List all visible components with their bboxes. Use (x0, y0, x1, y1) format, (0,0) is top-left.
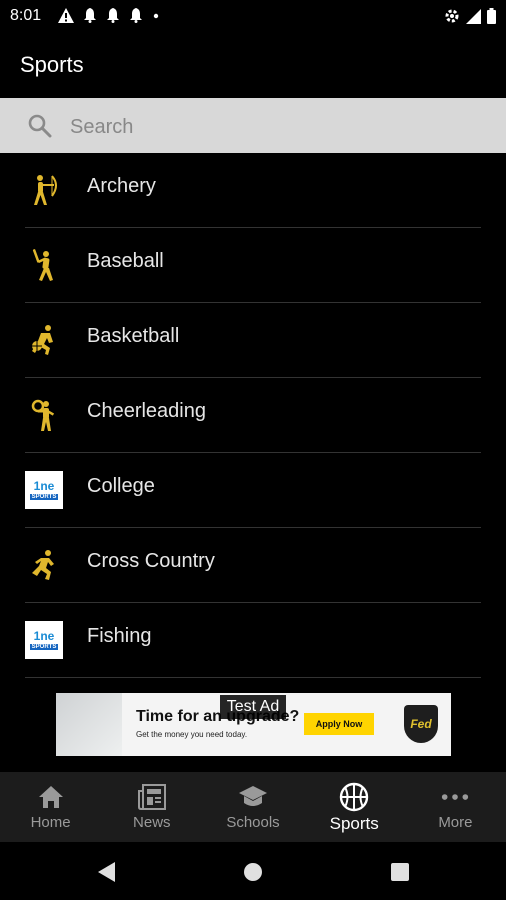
baseball-icon (25, 246, 63, 284)
sport-label: Archery (87, 175, 156, 197)
more-icon (440, 782, 470, 812)
search-icon (28, 114, 52, 138)
nav-sports[interactable]: Sports (304, 772, 405, 842)
cheerleading-icon (25, 396, 63, 434)
nav-label: More (438, 814, 473, 831)
settings-icon (445, 9, 459, 23)
search-input[interactable] (68, 109, 492, 145)
ad-subtext: Get the money you need today. (136, 730, 248, 739)
search-bar[interactable] (0, 98, 506, 153)
ad-logo: Fed (404, 705, 438, 743)
recents-icon[interactable] (388, 860, 412, 884)
status-bar: 8:01 (0, 0, 506, 32)
nav-home[interactable]: Home (0, 772, 101, 842)
list-item-college[interactable]: 1ne SPORTS College (0, 453, 506, 528)
nav-news[interactable]: News (101, 772, 202, 842)
battery-icon (487, 8, 496, 24)
sport-label: Cross Country (87, 550, 215, 572)
sports-list: Archery Baseball Basketball Cheerleading… (0, 153, 506, 678)
warning-icon (58, 8, 74, 23)
list-item-archery[interactable]: Archery (0, 153, 506, 228)
bell-icon (84, 8, 96, 23)
system-icons (444, 8, 496, 24)
sport-label: Cheerleading (87, 400, 206, 422)
back-icon[interactable] (95, 860, 119, 884)
list-item-basketball[interactable]: Basketball (0, 303, 506, 378)
nav-label: News (133, 814, 171, 831)
home-icon (36, 782, 66, 812)
list-divider (25, 677, 481, 678)
list-item-cheerleading[interactable]: Cheerleading (0, 378, 506, 453)
list-item-cross-country[interactable]: Cross Country (0, 528, 506, 603)
list-item-fishing[interactable]: 1ne SPORTS Fishing (0, 603, 506, 678)
bottom-nav: Home News Schools Sports More (0, 772, 506, 842)
sport-label: College (87, 475, 155, 497)
status-time: 8:01 (10, 7, 42, 24)
sport-label: Baseball (87, 250, 164, 272)
dot-icon (153, 13, 159, 19)
sport-label: Basketball (87, 325, 180, 347)
sport-label: Fishing (87, 625, 152, 647)
list-item-baseball[interactable]: Baseball (0, 228, 506, 303)
nav-more[interactable]: More (405, 772, 506, 842)
nav-label: Home (30, 814, 71, 831)
archery-icon (25, 171, 63, 209)
bell-icon (130, 8, 142, 23)
one-sports-logo: 1ne SPORTS (25, 621, 63, 659)
page-title: Sports (20, 52, 84, 77)
notification-icons (58, 8, 160, 23)
test-ad-badge: Test Ad (220, 695, 286, 719)
one-sports-logo: 1ne SPORTS (25, 471, 63, 509)
basketball-icon (339, 782, 369, 812)
news-icon (137, 782, 167, 812)
system-nav-bar (0, 842, 506, 900)
cross-country-icon (25, 546, 63, 584)
nav-schools[interactable]: Schools (202, 772, 303, 842)
app-header: Sports (0, 32, 506, 98)
basketball-icon (25, 321, 63, 359)
schools-icon (238, 782, 268, 812)
nav-label: Schools (226, 814, 280, 831)
ad-apply-button[interactable]: Apply Now (304, 713, 374, 735)
home-circle-icon[interactable] (241, 860, 265, 884)
ad-photo (56, 693, 122, 756)
signal-icon (466, 8, 481, 24)
bell-icon (107, 8, 119, 23)
nav-label: Sports (329, 814, 379, 833)
